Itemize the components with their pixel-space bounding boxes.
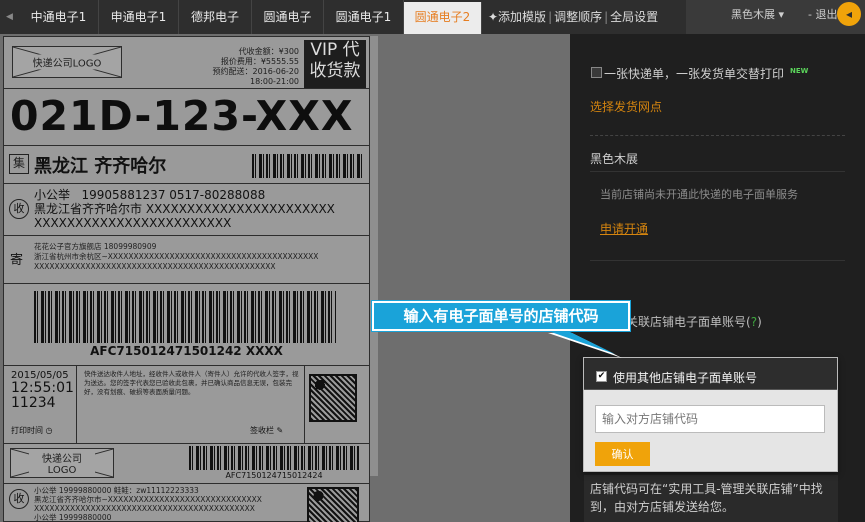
global-settings-link[interactable]: 全局设置 — [610, 10, 658, 24]
use-other-account-label: 使用其他店铺电子面单账号 — [613, 371, 758, 385]
related-account-label: 关联店铺电子面单账号(?) — [626, 315, 762, 329]
use-other-account-checkbox[interactable]: ✔ — [596, 371, 607, 382]
service-not-enabled-text: 当前店铺尚未开通此快递的电子面单服务 — [600, 188, 798, 201]
tab-yto-2[interactable]: 圆通电子2 — [404, 2, 482, 34]
stub-header-row: 快递公司LOGO AFC7150124715012424 — [4, 444, 369, 484]
waybill-label: 快递公司LOGO 代收金额：¥300 报价费用：¥5555.55 预约配送：20… — [3, 36, 370, 522]
store-status-box — [590, 171, 845, 261]
tab-actions: ✦添加模版 | 调整顺序 | 全局设置 — [488, 10, 659, 24]
company-logo-placeholder: 快递公司LOGO — [12, 46, 122, 78]
send-icon: 寄 — [10, 253, 24, 268]
popover-header: ✔ 使用其他店铺电子面单账号 — [584, 358, 837, 390]
confirm-button[interactable]: 确认 — [595, 442, 650, 466]
print-time-label: 打印时间 ◷ — [11, 426, 53, 435]
sender-row: 寄 花花公子官方旗舰店 18099980909 浙江省杭州市余杭区~XXXXXX… — [4, 236, 369, 284]
sort-code-row: 021D-123-XXX — [4, 89, 369, 146]
help-icon[interactable]: ? — [751, 315, 757, 329]
destination-row: 集 黑龙江 齐齐哈尔 — [4, 146, 369, 184]
tab-scroll-left-icon[interactable]: ◀ — [0, 0, 19, 34]
select-outlet-link[interactable]: 选择发货网点 — [590, 98, 662, 115]
receiver-info: 小公举 19905881237 0517-80288088 黑龙江省齐齐哈尔市 … — [34, 188, 335, 230]
receive-icon: 收 — [9, 199, 29, 219]
logout-link[interactable]: - 退出 — [808, 0, 837, 30]
tab-yto-1[interactable]: 圆通电子1 — [324, 0, 404, 34]
main-barcode-row: AFC715012471501242 XXXX — [4, 284, 369, 366]
company-logo-placeholder-2: 快递公司LOGO — [10, 448, 114, 478]
adjust-order-link[interactable]: 调整顺序 — [554, 10, 602, 24]
combo-print-label: 一张快递单，一张发货单交替打印 — [604, 67, 785, 81]
combo-print-checkbox[interactable] — [591, 67, 602, 78]
new-badge: NEW — [790, 67, 809, 75]
other-account-popover: ✔ 使用其他店铺电子面单账号 确认 — [583, 357, 838, 472]
print-datetime: 2015/05/05 12:55:01 11234 — [11, 370, 74, 411]
destination-barcode — [252, 154, 362, 178]
fee-info: 代收金额：¥300 报价费用：¥5555.55 预约配送：2016-06-20 … — [212, 47, 300, 86]
tab-bar: ◀ 中通电子1 申通电子1 德邦电子 圆通电子 圆通电子1 圆通电子2 ✦添加模… — [0, 0, 865, 34]
waybill-number: AFC715012471501242 XXXX — [90, 344, 283, 358]
label-header: 快递公司LOGO 代收金额：¥300 报价费用：¥5555.55 预约配送：20… — [4, 37, 369, 89]
tooltip-callout: 输入有电子面单号的店铺代码 — [371, 300, 631, 332]
qr-code-2 — [307, 487, 359, 522]
tab-debang[interactable]: 德邦电子 — [179, 0, 252, 34]
sign-field-label: 签收栏 ✎ — [250, 426, 284, 435]
ji-badge: 集 — [9, 154, 29, 174]
qr-code — [309, 374, 357, 422]
collapse-panel-icon[interactable]: ◂ — [837, 2, 861, 26]
receiver-row: 收 小公举 19905881237 0517-80288088 黑龙江省齐齐哈尔… — [4, 184, 369, 236]
stub-receiver-info: 小公举 19999880000 鲑鲑：zw11112223333 黑龙江省齐齐哈… — [34, 486, 262, 522]
sort-code: 021D-123-XXX — [10, 92, 354, 140]
stub-barcode — [189, 446, 359, 470]
divider — [590, 135, 845, 136]
template-preview: 快递公司LOGO 代收金额：¥300 报价费用：¥5555.55 预约配送：20… — [0, 34, 570, 522]
stub-receiver-row: 收 小公举 19999880000 鲑鲑：zw11112223333 黑龙江省齐… — [4, 484, 369, 522]
sender-info: 花花公子官方旗舰店 18099980909 浙江省杭州市余杭区~XXXXXXXX… — [34, 242, 319, 271]
waybill-barcode — [34, 291, 336, 343]
paper-edge — [370, 36, 378, 476]
tab-yto[interactable]: 圆通电子 — [252, 0, 324, 34]
tab-zto-1[interactable]: 中通电子1 — [19, 0, 99, 34]
sign-notice: 快件送达收件人地址，经收件人或收件人（寄件人）允许的代收人签字，视为送达。您的签… — [84, 370, 299, 396]
sign-row: 2015/05/05 12:55:01 11234 打印时间 ◷ 快件送达收件人… — [4, 366, 369, 444]
tab-sto-1[interactable]: 申通电子1 — [99, 0, 179, 34]
receive-icon-2: 收 — [9, 489, 29, 509]
add-template-link[interactable]: ✦添加模版 — [488, 10, 546, 24]
apply-enable-link[interactable]: 申请开通 — [600, 220, 648, 237]
store-name: 黑色木展 — [590, 152, 639, 166]
destination-city: 黑龙江 齐齐哈尔 — [34, 156, 167, 177]
store-code-input[interactable] — [595, 405, 825, 433]
stub-waybill-number: AFC7150124715012424 — [225, 471, 323, 480]
store-code-hint: 店铺代码可在“实用工具-管理关联店铺”中找到，由对方店铺发送给您。 — [590, 482, 823, 514]
store-switcher[interactable]: 黑色木展 ▾ — [731, 0, 784, 30]
vip-cod-badge: VIP 代 收货款 — [304, 40, 366, 88]
